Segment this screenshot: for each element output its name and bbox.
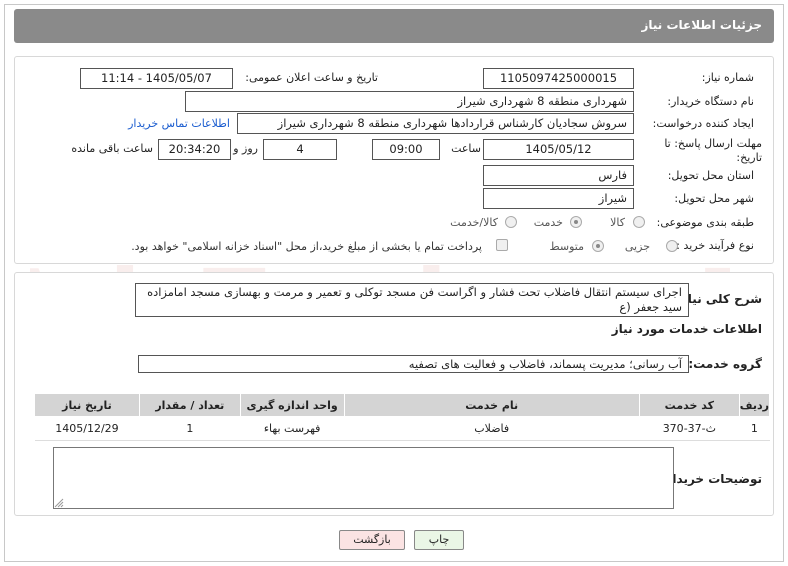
col-row: ردیف	[738, 393, 771, 417]
back-button[interactable]: بازگشت	[339, 530, 405, 550]
contact-info-link[interactable]: اطلاعات تماس خریدار	[128, 117, 230, 130]
col-code: کد خدمت	[638, 393, 740, 417]
col-unit: واحد اندازه گیری	[239, 393, 345, 417]
cell-code: ث-37-370	[639, 416, 740, 441]
announce-field[interactable]: 1405/05/07 - 11:14	[80, 68, 233, 89]
creator-field[interactable]: سروش سجادیان کارشناس قراردادها شهرداری م…	[237, 113, 634, 134]
print-button[interactable]: چاپ	[414, 530, 464, 550]
province-field[interactable]: فارس	[483, 165, 634, 186]
province-label: استان محل تحویل:	[667, 169, 754, 182]
treasury-payment-checkbox[interactable]	[496, 239, 508, 251]
city-field[interactable]: شیراز	[483, 188, 634, 209]
deadline-time-label: ساعت	[451, 142, 481, 155]
service-group-field[interactable]: آب رسانی؛ مدیریت پسماند، فاضلاب و فعالیت…	[138, 355, 689, 373]
payment-note: پرداخت تمام یا بخشی از مبلغ خرید،از محل …	[131, 240, 482, 253]
need-number-label: شماره نیاز:	[701, 71, 754, 84]
announce-label: تاریخ و ساعت اعلان عمومی:	[245, 71, 378, 84]
days-field[interactable]: 4	[263, 139, 337, 160]
process-radio-medium[interactable]	[592, 240, 604, 252]
buyer-notes-textarea[interactable]	[53, 447, 674, 509]
deadline-time-field[interactable]: 09:00	[372, 139, 440, 160]
services-table-header: ردیف کد خدمت نام خدمت واحد اندازه گیری ت…	[34, 393, 771, 417]
col-qty: تعداد / مقدار	[138, 393, 241, 417]
category-radio-service[interactable]	[570, 216, 582, 228]
remaining-label: ساعت باقی مانده	[71, 142, 153, 155]
col-date: تاریخ نیاز	[34, 393, 140, 417]
cell-date: 1405/12/29	[34, 416, 140, 441]
page-header: جزئیات اطلاعات نیاز	[14, 9, 774, 43]
summary-textarea[interactable]: اجرای سیستم انتقال فاضلاب تحت فشار و اگر…	[135, 283, 689, 317]
category-radio-goods-service[interactable]	[505, 216, 517, 228]
process-label: نوع فرآیند خرید :	[676, 239, 754, 252]
buyer-org-label: نام دستگاه خریدار:	[667, 95, 754, 108]
services-table: ردیف کد خدمت نام خدمت واحد اندازه گیری ت…	[34, 393, 771, 441]
services-section-title: اطلاعات خدمات مورد نیاز	[611, 322, 762, 336]
buyer-notes-label: توضیحات خریدار:	[660, 472, 762, 486]
page-title: جزئیات اطلاعات نیاز	[641, 18, 762, 32]
city-label: شهر محل تحویل:	[674, 192, 754, 205]
category-option-goods-service: کالا/خدمت	[450, 216, 498, 229]
col-name: نام خدمت	[343, 393, 640, 417]
cell-row: 1	[739, 416, 770, 441]
buyer-org-field[interactable]: شهرداری منطقه 8 شهرداری شیراز	[185, 91, 634, 112]
process-option-medium: متوسط	[549, 240, 584, 253]
cell-name: فاضلاب	[344, 416, 640, 441]
deadline-label: مهلت ارسال پاسخ: تا تاریخ:	[664, 137, 762, 164]
category-option-goods: کالا	[610, 216, 625, 229]
process-option-minor: جزیی	[624, 240, 650, 253]
cell-qty: 1	[139, 416, 241, 441]
process-radio-minor[interactable]	[666, 240, 678, 252]
deadline-date-field[interactable]: 1405/05/12	[483, 139, 634, 160]
category-label: طبقه بندی موضوعی:	[656, 216, 754, 229]
cell-unit: فهرست بهاء	[240, 416, 345, 441]
category-option-service: خدمت	[533, 216, 563, 229]
days-label: روز و	[233, 142, 258, 155]
need-number-field[interactable]: 1105097425000015	[483, 68, 634, 89]
service-group-label: گروه خدمت:	[688, 357, 762, 371]
category-radio-goods[interactable]	[633, 216, 645, 228]
table-row[interactable]: 1 ث-37-370 فاضلاب فهرست بهاء 1 1405/12/2…	[34, 416, 770, 441]
creator-label: ایجاد کننده درخواست:	[652, 117, 754, 130]
resize-grip-icon[interactable]	[54, 498, 64, 508]
remaining-time-field[interactable]: 20:34:20	[158, 139, 231, 160]
